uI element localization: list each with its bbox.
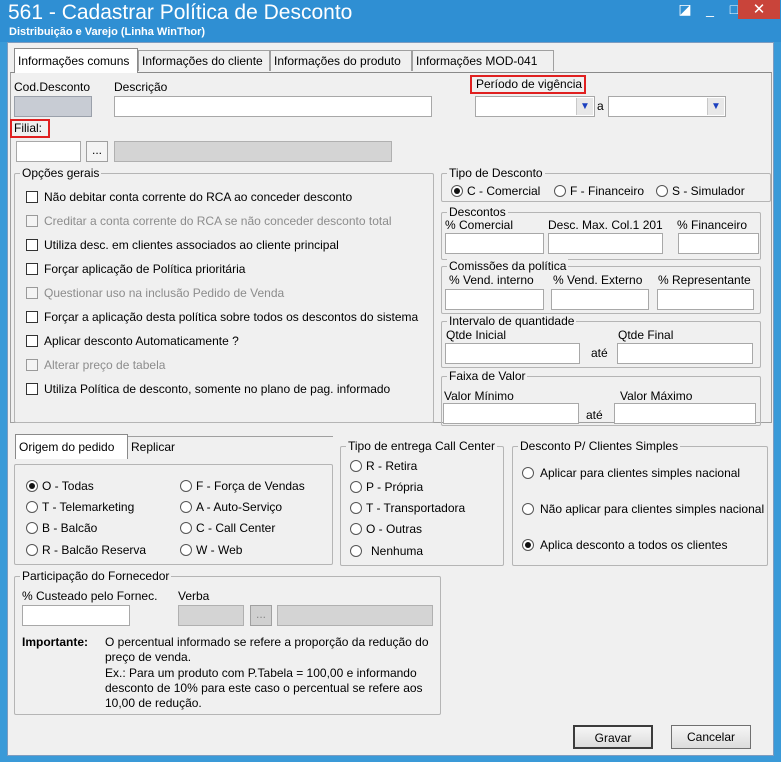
close-button[interactable]: ✕ — [738, 0, 780, 19]
vend-externo-label: % Vend. Externo — [553, 273, 643, 287]
verba-description-field — [277, 605, 433, 626]
origem-telemarketing-radio[interactable]: T - Telemarketing — [26, 500, 134, 516]
comissoes-title: Comissões da política — [447, 259, 569, 273]
option-creditar-checkbox: Creditar a conta corrente do RCA se não … — [26, 214, 392, 230]
descricao-label: Descrição — [114, 80, 168, 94]
exemplo-text: Ex.: Para um produto com P.Tabela = 100,… — [105, 666, 423, 710]
tab-informacoes-produto[interactable]: Informações do produto — [270, 50, 412, 71]
fornecedor-title: Participação do Fornecedor — [20, 569, 172, 583]
cod-desconto-label: Cod.Desconto — [14, 80, 91, 94]
qtde-final-input[interactable] — [617, 343, 753, 364]
vend-interno-input[interactable] — [445, 289, 544, 310]
financeiro-input[interactable] — [678, 233, 759, 254]
representante-input[interactable] — [657, 289, 754, 310]
entrega-title: Tipo de entrega Call Center — [346, 439, 497, 453]
simples-todos-radio[interactable]: Aplica desconto a todos os clientes — [522, 538, 727, 554]
origem-web-radio[interactable]: W - Web — [180, 543, 242, 559]
opcoes-gerais-title: Opções gerais — [20, 166, 102, 180]
origem-call-center-radio[interactable]: C - Call Center — [180, 521, 275, 537]
intervalo-title: Intervalo de quantidade — [447, 314, 577, 328]
comercial-input[interactable] — [445, 233, 544, 254]
tab-informacoes-cliente[interactable]: Informações do cliente — [138, 50, 270, 71]
faixa-valor-title: Faixa de Valor — [447, 369, 528, 383]
entrega-retira-radio[interactable]: R - Retira — [350, 459, 417, 475]
desc-max-input[interactable] — [548, 233, 663, 254]
descricao-input[interactable] — [114, 96, 432, 117]
entrega-outras-radio[interactable]: O - Outras — [350, 522, 422, 538]
filial-description-field — [114, 141, 392, 162]
periodo-a-label: a — [597, 99, 604, 113]
importante-label: Importante: — [22, 635, 88, 649]
qtde-inicial-label: Qtde Inicial — [446, 328, 507, 342]
cancelar-button[interactable]: Cancelar — [671, 725, 751, 749]
verba-input — [178, 605, 244, 626]
valor-minimo-label: Valor Mínimo — [444, 389, 514, 403]
financeiro-label: % Financeiro — [677, 218, 748, 232]
vend-interno-label: % Vend. interno — [449, 273, 534, 287]
window-title: 561 - Cadastrar Política de Desconto — [8, 1, 353, 24]
representante-label: % Representante — [658, 273, 751, 287]
verba-search-button: ... — [250, 605, 272, 626]
simples-title: Desconto P/ Clientes Simples — [518, 439, 681, 453]
valor-minimo-input[interactable] — [443, 403, 579, 424]
minimize-button[interactable]: _ — [697, 0, 723, 18]
option-questionar-uso-checkbox: Questionar uso na inclusão Pedido de Ven… — [26, 286, 284, 302]
tipo-comercial-radio[interactable]: C - Comercial — [451, 184, 540, 200]
periodo-label: Período de vigência — [476, 77, 583, 91]
gravar-button[interactable]: Gravar — [573, 725, 653, 749]
option-nao-debitar-checkbox[interactable]: Não debitar conta corrente do RCA ao con… — [26, 190, 352, 206]
descontos-title: Descontos — [447, 205, 508, 219]
simples-nao-aplicar-radio[interactable]: Não aplicar para clientes simples nacion… — [522, 502, 764, 518]
verba-label: Verba — [178, 589, 210, 603]
desc-max-label: Desc. Max. Col.1 201 — [548, 218, 663, 232]
option-politica-prioritaria-checkbox[interactable]: Forçar aplicação de Política prioritária — [26, 262, 245, 278]
entrega-transportadora-radio[interactable]: T - Transportadora — [350, 501, 465, 517]
tab-informacoes-mod041[interactable]: Informações MOD-041 — [412, 50, 554, 71]
origem-todas-radio[interactable]: O - Todas — [26, 479, 94, 495]
option-alterar-preco-checkbox: Alterar preço de tabela — [26, 358, 165, 374]
entrega-propria-radio[interactable]: P - Própria — [350, 480, 423, 496]
qtde-final-label: Qtde Final — [618, 328, 674, 342]
custeado-label: % Custeado pelo Fornec. — [22, 589, 158, 603]
importante-text: O percentual informado se refere a propo… — [105, 635, 429, 664]
filial-label: Filial: — [14, 121, 43, 135]
qtde-inicial-input[interactable] — [445, 343, 580, 364]
filial-search-button[interactable]: ... — [86, 141, 108, 162]
option-clientes-associados-checkbox[interactable]: Utiliza desc. em clientes associados ao … — [26, 238, 339, 254]
comercial-label: % Comercial — [445, 218, 514, 232]
custeado-input[interactable] — [22, 605, 130, 626]
tab-replicar[interactable]: Replicar — [127, 436, 333, 457]
chevron-down-icon[interactable]: ▼ — [576, 98, 593, 115]
vend-externo-input[interactable] — [551, 289, 649, 310]
origem-balcao-radio[interactable]: B - Balcão — [26, 521, 97, 537]
tipo-desconto-title: Tipo de Desconto — [447, 166, 545, 180]
window-subtitle: Distribuição e Varejo (Linha WinThor) — [9, 26, 206, 38]
option-forcar-aplicacao-checkbox[interactable]: Forçar a aplicação desta política sobre … — [26, 310, 418, 326]
entrega-nenhuma-radio[interactable]: Nenhuma — [350, 544, 423, 560]
tipo-simulador-radio[interactable]: S - Simulador — [656, 184, 745, 200]
option-aplicar-automaticamente-checkbox[interactable]: Aplicar desconto Automaticamente ? — [26, 334, 239, 350]
filial-input[interactable] — [16, 141, 81, 162]
restore-icon[interactable]: ◪ — [672, 0, 698, 18]
tab-informacoes-comuns[interactable]: Informações comuns — [14, 48, 138, 73]
chevron-down-icon[interactable]: ▼ — [707, 98, 724, 115]
tab-origem-pedido[interactable]: Origem do pedido — [15, 434, 128, 459]
origem-auto-servico-radio[interactable]: A - Auto-Serviço — [180, 500, 282, 516]
periodo-inicio-combo[interactable]: ▼ — [475, 96, 595, 117]
simples-aplicar-radio[interactable]: Aplicar para clientes simples nacional — [522, 466, 740, 482]
valor-ate-label: até — [586, 408, 603, 422]
option-plano-pagamento-checkbox[interactable]: Utiliza Política de desconto, somente no… — [26, 382, 390, 398]
valor-maximo-label: Valor Máximo — [620, 389, 693, 403]
cod-desconto-input[interactable] — [14, 96, 92, 117]
origem-forca-vendas-radio[interactable]: F - Força de Vendas — [180, 479, 305, 495]
tipo-financeiro-radio[interactable]: F - Financeiro — [554, 184, 644, 200]
qtde-ate-label: até — [591, 346, 608, 360]
periodo-fim-combo[interactable]: ▼ — [608, 96, 726, 117]
valor-maximo-input[interactable] — [614, 403, 756, 424]
origem-balcao-reserva-radio[interactable]: R - Balcão Reserva — [26, 543, 146, 559]
